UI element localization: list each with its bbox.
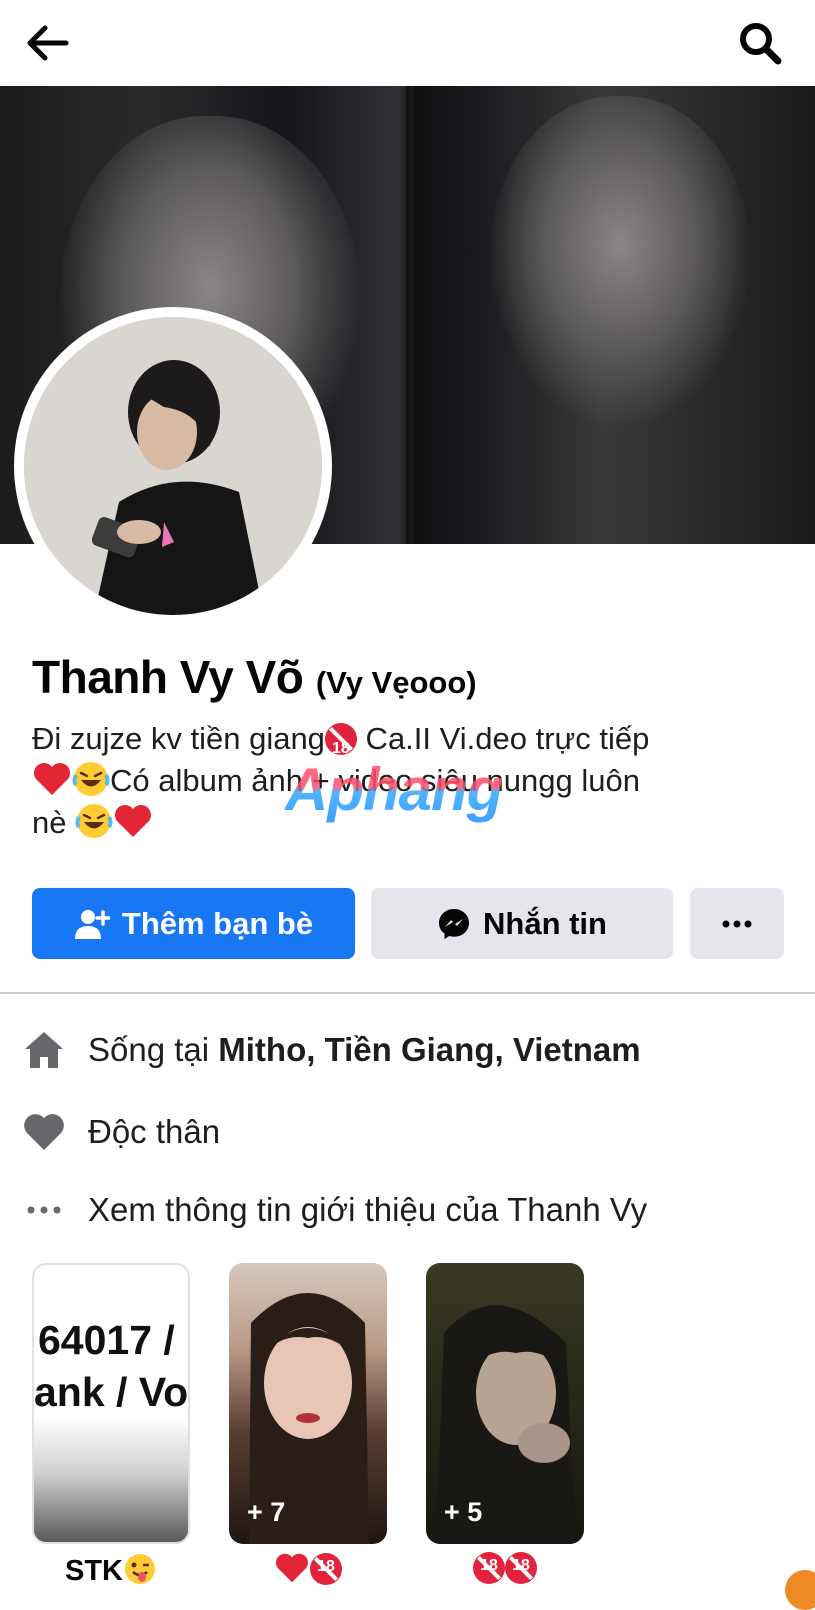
album-preview-text: ank / Vo <box>34 1369 189 1415</box>
home-icon <box>22 1028 66 1072</box>
profile-nickname: (Vy Vẹooo) <box>315 665 477 700</box>
back-button[interactable] <box>22 20 72 66</box>
laughing-emoji-icon <box>75 804 113 838</box>
add-friend-label: Thêm bạn bè <box>121 905 314 941</box>
add-friend-button[interactable]: Thêm bạn bè <box>32 888 355 959</box>
message-label: Nhắn tin <box>483 905 607 941</box>
bio-text-4: nè <box>32 805 76 840</box>
relationship-status: Độc thân <box>88 1113 221 1150</box>
intro-see-about[interactable]: Xem thông tin giới thiệu của Thanh Vy <box>22 1188 647 1232</box>
heart-emoji-icon <box>34 763 70 795</box>
no-under-18-icon <box>324 723 357 770</box>
featured-album-1[interactable]: 64017 / ank / Vo <box>32 1263 190 1544</box>
top-bar <box>0 0 815 86</box>
no-under-18-icon <box>473 1552 505 1584</box>
profile-name-row: Thanh Vy Võ (Vy Vẹooo) <box>32 650 477 704</box>
lives-in-prefix: Sống tại <box>88 1031 219 1068</box>
message-button[interactable]: Nhắn tin <box>371 888 673 959</box>
featured-album-1-label: STK <box>32 1552 190 1588</box>
featured-album-3[interactable]: + 5 <box>426 1263 584 1544</box>
intro-lives-in: Sống tại Mitho, Tiền Giang, Vietnam <box>22 1028 641 1072</box>
bio-text-1: Đi zujze kv tiền giang <box>32 721 325 756</box>
profile-picture-image <box>24 317 322 615</box>
ellipsis-icon <box>22 1188 66 1232</box>
more-options-button[interactable] <box>690 888 784 959</box>
floating-badge[interactable] <box>785 1570 815 1610</box>
bio-text-3: Có album ảnh + video siêu nungg luôn <box>110 763 640 798</box>
album-count: + 7 <box>247 1497 286 1527</box>
arrow-left-icon <box>27 25 69 61</box>
intro-relationship: Độc thân <box>22 1110 220 1154</box>
ellipsis-icon <box>722 920 752 927</box>
album-preview-text: 64017 / <box>38 1317 175 1363</box>
tongue-wink-emoji-icon <box>125 1554 155 1584</box>
laughing-emoji-icon <box>72 762 110 796</box>
section-divider <box>0 992 815 994</box>
search-button[interactable] <box>735 18 785 68</box>
heart-icon <box>22 1110 66 1154</box>
profile-bio: Đi zujze kv tiền giang Ca.II Vi.deo trực… <box>32 718 792 844</box>
featured-album-3-label <box>426 1552 584 1586</box>
heart-emoji-icon <box>276 1553 308 1583</box>
search-icon <box>740 23 782 65</box>
album-count: + 5 <box>444 1497 483 1527</box>
profile-picture[interactable] <box>24 317 322 615</box>
user-plus-icon <box>74 908 110 940</box>
profile-name: Thanh Vy Võ <box>32 651 304 703</box>
featured-album-2-label <box>229 1552 387 1587</box>
messenger-icon <box>437 907 471 941</box>
lives-in-place: Mitho, Tiền Giang, Vietnam <box>218 1031 641 1068</box>
heart-emoji-icon <box>115 805 152 837</box>
no-under-18-icon <box>505 1552 537 1584</box>
no-under-18-icon <box>310 1553 342 1585</box>
bio-text-2: Ca.II Vi.deo trực tiếp <box>356 721 650 756</box>
see-about-link: Xem thông tin giới thiệu của Thanh Vy <box>88 1191 648 1228</box>
featured-album-2[interactable]: + 7 <box>229 1263 387 1544</box>
